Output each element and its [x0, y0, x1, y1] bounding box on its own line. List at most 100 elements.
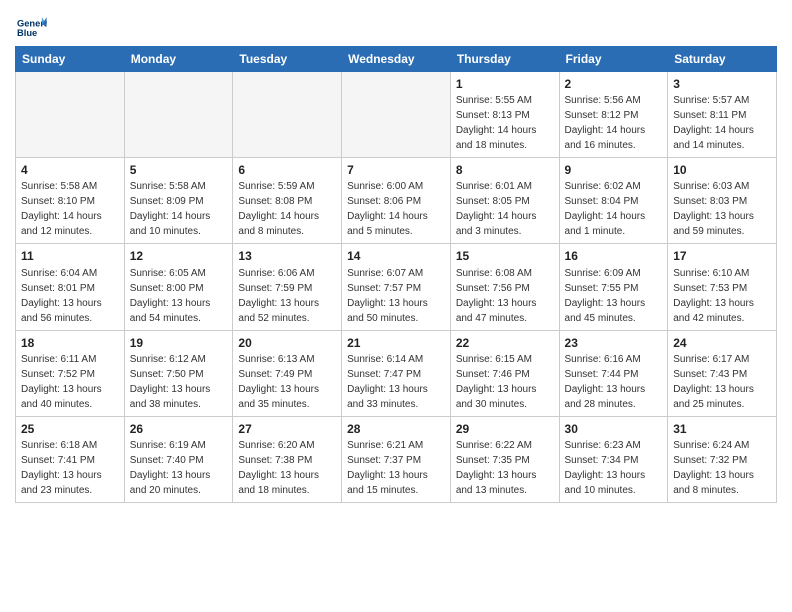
calendar-table: SundayMondayTuesdayWednesdayThursdayFrid…	[15, 46, 777, 503]
day-number: 20	[238, 335, 336, 351]
day-number: 22	[456, 335, 554, 351]
column-header-friday: Friday	[559, 47, 668, 72]
week-row-3: 11 Sunrise: 6:04 AM Sunset: 8:01 PM Dayli…	[16, 244, 777, 330]
header-row: SundayMondayTuesdayWednesdayThursdayFrid…	[16, 47, 777, 72]
calendar-cell: 12Sunrise: 6:05 AM Sunset: 8:00 PM Dayli…	[124, 244, 233, 330]
calendar-cell: 31 Sunrise: 6:24 AM Sunset: 7:32 PM Dayli…	[668, 416, 777, 502]
day-number: 4	[21, 162, 119, 178]
calendar-cell: 11 Sunrise: 6:04 AM Sunset: 8:01 PM Dayli…	[16, 244, 125, 330]
day-number: 16	[565, 248, 663, 264]
week-row-5: 25 Sunrise: 6:18 AM Sunset: 7:41 PM Dayli…	[16, 416, 777, 502]
day-number: 14	[347, 248, 445, 264]
calendar-cell: 21Sunrise: 6:14 AM Sunset: 7:47 PM Dayli…	[342, 330, 451, 416]
calendar-cell: 3 Sunrise: 5:57 AM Sunset: 8:11 PM Daylig…	[668, 72, 777, 158]
day-number: 17	[673, 248, 771, 264]
calendar-cell: 14 Sunrise: 6:07 AM Sunset: 7:57 PM Dayli…	[342, 244, 451, 330]
day-info: Sunrise: 6:13 AM Sunset: 7:49 PM Dayligh…	[238, 354, 319, 410]
day-info: Sunrise: 6:17 AM Sunset: 7:43 PM Dayligh…	[673, 354, 754, 410]
column-header-tuesday: Tuesday	[233, 47, 342, 72]
calendar-cell: 10Sunrise: 6:03 AM Sunset: 8:03 PM Dayli…	[668, 158, 777, 244]
day-number: 27	[238, 421, 336, 437]
calendar-cell	[233, 72, 342, 158]
calendar-cell: 2Sunrise: 5:56 AM Sunset: 8:12 PM Daylig…	[559, 72, 668, 158]
day-info: Sunrise: 6:22 AM Sunset: 7:35 PM Dayligh…	[456, 440, 537, 496]
calendar-cell: 1Sunrise: 5:55 AM Sunset: 8:13 PM Daylig…	[450, 72, 559, 158]
week-row-1: 1Sunrise: 5:55 AM Sunset: 8:13 PM Daylig…	[16, 72, 777, 158]
day-number: 7	[347, 162, 445, 178]
column-header-sunday: Sunday	[16, 47, 125, 72]
calendar-cell: 18 Sunrise: 6:11 AM Sunset: 7:52 PM Dayli…	[16, 330, 125, 416]
day-number: 6	[238, 162, 336, 178]
column-header-thursday: Thursday	[450, 47, 559, 72]
day-info: Sunrise: 6:19 AM Sunset: 7:40 PM Dayligh…	[130, 440, 211, 496]
calendar-cell: 15Sunrise: 6:08 AM Sunset: 7:56 PM Dayli…	[450, 244, 559, 330]
day-number: 3	[673, 76, 771, 92]
day-info: Sunrise: 6:10 AM Sunset: 7:53 PM Dayligh…	[673, 268, 754, 324]
day-number: 21	[347, 335, 445, 351]
day-number: 25	[21, 421, 119, 437]
column-header-monday: Monday	[124, 47, 233, 72]
calendar-cell: 7 Sunrise: 6:00 AM Sunset: 8:06 PM Daylig…	[342, 158, 451, 244]
calendar-cell	[124, 72, 233, 158]
day-number: 13	[238, 248, 336, 264]
title-block	[47, 10, 777, 12]
calendar-cell: 22 Sunrise: 6:15 AM Sunset: 7:46 PM Dayli…	[450, 330, 559, 416]
day-number: 18	[21, 335, 119, 351]
day-info: Sunrise: 6:23 AM Sunset: 7:34 PM Dayligh…	[565, 440, 646, 496]
day-info: Sunrise: 6:03 AM Sunset: 8:03 PM Dayligh…	[673, 181, 754, 237]
calendar-cell: 5 Sunrise: 5:58 AM Sunset: 8:09 PM Daylig…	[124, 158, 233, 244]
day-number: 9	[565, 162, 663, 178]
day-number: 31	[673, 421, 771, 437]
calendar-cell: 25 Sunrise: 6:18 AM Sunset: 7:41 PM Dayli…	[16, 416, 125, 502]
column-header-saturday: Saturday	[668, 47, 777, 72]
calendar-cell: 8Sunrise: 6:01 AM Sunset: 8:05 PM Daylig…	[450, 158, 559, 244]
day-number: 12	[130, 248, 228, 264]
day-number: 19	[130, 335, 228, 351]
day-info: Sunrise: 6:06 AM Sunset: 7:59 PM Dayligh…	[238, 268, 319, 324]
logo-icon: General Blue	[15, 14, 47, 42]
calendar-cell: 13 Sunrise: 6:06 AM Sunset: 7:59 PM Dayli…	[233, 244, 342, 330]
svg-text:Blue: Blue	[17, 28, 37, 38]
day-info: Sunrise: 6:02 AM Sunset: 8:04 PM Dayligh…	[565, 181, 646, 237]
day-number: 24	[673, 335, 771, 351]
page-header: General Blue	[15, 10, 777, 42]
day-number: 28	[347, 421, 445, 437]
day-info: Sunrise: 6:11 AM Sunset: 7:52 PM Dayligh…	[21, 354, 102, 410]
calendar-cell: 28 Sunrise: 6:21 AM Sunset: 7:37 PM Dayli…	[342, 416, 451, 502]
day-info: Sunrise: 6:04 AM Sunset: 8:01 PM Dayligh…	[21, 268, 102, 324]
day-number: 11	[21, 248, 119, 264]
day-number: 5	[130, 162, 228, 178]
day-info: Sunrise: 5:58 AM Sunset: 8:09 PM Dayligh…	[130, 181, 211, 237]
calendar-cell: 23 Sunrise: 6:16 AM Sunset: 7:44 PM Dayli…	[559, 330, 668, 416]
calendar-cell: 19 Sunrise: 6:12 AM Sunset: 7:50 PM Dayli…	[124, 330, 233, 416]
calendar-cell: 6Sunrise: 5:59 AM Sunset: 8:08 PM Daylig…	[233, 158, 342, 244]
calendar-cell: 24 Sunrise: 6:17 AM Sunset: 7:43 PM Dayli…	[668, 330, 777, 416]
day-info: Sunrise: 6:01 AM Sunset: 8:05 PM Dayligh…	[456, 181, 537, 237]
day-info: Sunrise: 6:08 AM Sunset: 7:56 PM Dayligh…	[456, 268, 537, 324]
calendar-cell	[342, 72, 451, 158]
day-info: Sunrise: 6:16 AM Sunset: 7:44 PM Dayligh…	[565, 354, 646, 410]
day-info: Sunrise: 6:24 AM Sunset: 7:32 PM Dayligh…	[673, 440, 754, 496]
calendar-cell	[16, 72, 125, 158]
calendar-cell: 9 Sunrise: 6:02 AM Sunset: 8:04 PM Daylig…	[559, 158, 668, 244]
calendar-cell: 30 Sunrise: 6:23 AM Sunset: 7:34 PM Dayli…	[559, 416, 668, 502]
day-info: Sunrise: 5:56 AM Sunset: 8:12 PM Dayligh…	[565, 95, 646, 151]
day-info: Sunrise: 5:55 AM Sunset: 8:13 PM Dayligh…	[456, 95, 537, 151]
day-info: Sunrise: 6:21 AM Sunset: 7:37 PM Dayligh…	[347, 440, 428, 496]
day-number: 23	[565, 335, 663, 351]
calendar-cell: 20 Sunrise: 6:13 AM Sunset: 7:49 PM Dayli…	[233, 330, 342, 416]
day-number: 29	[456, 421, 554, 437]
day-info: Sunrise: 5:58 AM Sunset: 8:10 PM Dayligh…	[21, 181, 102, 237]
day-number: 26	[130, 421, 228, 437]
logo: General Blue	[15, 14, 47, 42]
day-info: Sunrise: 5:57 AM Sunset: 8:11 PM Dayligh…	[673, 95, 754, 151]
day-info: Sunrise: 6:18 AM Sunset: 7:41 PM Dayligh…	[21, 440, 102, 496]
day-number: 30	[565, 421, 663, 437]
week-row-4: 18 Sunrise: 6:11 AM Sunset: 7:52 PM Dayli…	[16, 330, 777, 416]
day-info: Sunrise: 6:12 AM Sunset: 7:50 PM Dayligh…	[130, 354, 211, 410]
day-info: Sunrise: 6:15 AM Sunset: 7:46 PM Dayligh…	[456, 354, 537, 410]
calendar-cell: 4 Sunrise: 5:58 AM Sunset: 8:10 PM Daylig…	[16, 158, 125, 244]
calendar-cell: 17 Sunrise: 6:10 AM Sunset: 7:53 PM Dayli…	[668, 244, 777, 330]
day-info: Sunrise: 6:00 AM Sunset: 8:06 PM Dayligh…	[347, 181, 428, 237]
day-info: Sunrise: 6:07 AM Sunset: 7:57 PM Dayligh…	[347, 268, 428, 324]
